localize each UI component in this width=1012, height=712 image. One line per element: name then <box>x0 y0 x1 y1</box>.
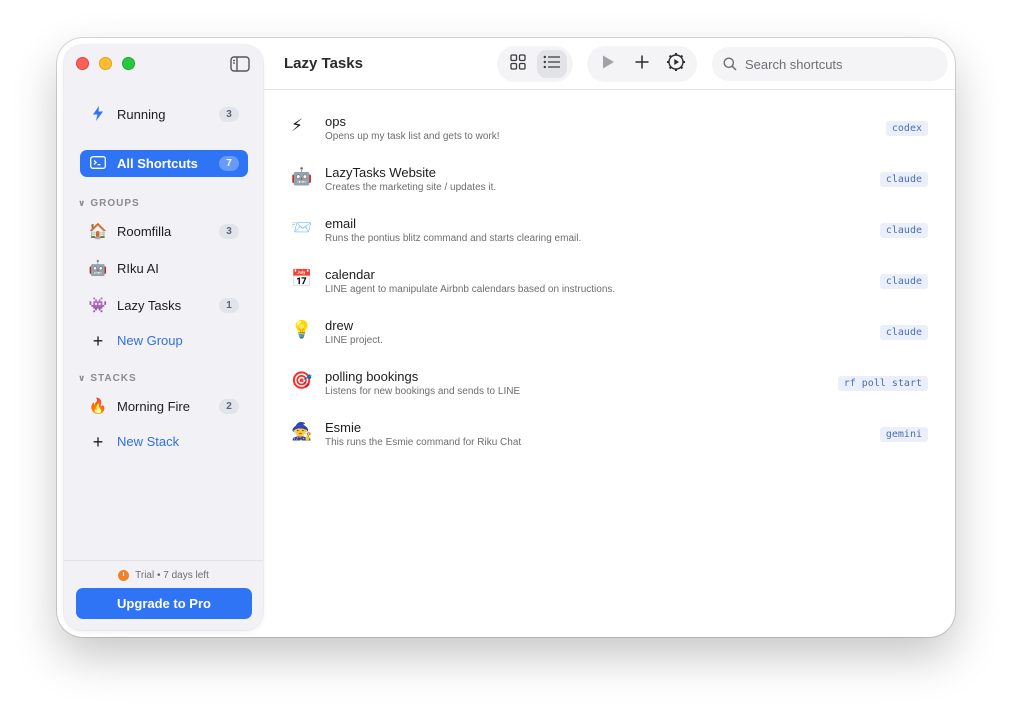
count-badge: 7 <box>219 156 239 171</box>
play-icon <box>601 54 615 75</box>
sidebar-item-group[interactable]: 🤖 RIku AI <box>80 255 248 282</box>
shortcut-row[interactable]: 🧙 Esmie This runs the Esmie command for R… <box>285 409 931 460</box>
stacks-section-header[interactable]: ∨ STACKS <box>78 373 137 384</box>
sidebar-item-label: Lazy Tasks <box>117 298 182 313</box>
terminal-icon <box>88 155 108 172</box>
shortcut-row[interactable]: 🎯 polling bookings Listens for new bookin… <box>285 358 931 409</box>
settings-button[interactable] <box>661 50 691 78</box>
plus-icon <box>634 54 650 75</box>
maximize-window-button[interactable] <box>122 57 135 70</box>
new-stack-label: New Stack <box>117 434 180 449</box>
shortcut-description: Opens up my task list and gets to work! <box>325 131 500 142</box>
shortcut-icon: 📨 <box>291 218 313 237</box>
count-badge: 1 <box>219 298 239 313</box>
section-label: STACKS <box>90 373 137 384</box>
shortcut-icon: 📅 <box>291 269 313 288</box>
sidebar-item-label: Morning Fire <box>117 399 190 414</box>
list-view-button[interactable] <box>537 50 567 78</box>
run-button[interactable] <box>593 50 623 78</box>
group-emoji-icon: 🏠 <box>88 223 108 240</box>
upgrade-button[interactable]: Upgrade to Pro <box>76 588 252 619</box>
shortcut-name: Esmie <box>325 420 362 435</box>
shortcut-icon: 🧙 <box>291 422 313 441</box>
search-input[interactable] <box>745 56 935 72</box>
chevron-down-icon: ∨ <box>78 198 87 208</box>
shortcut-name: ops <box>325 114 346 129</box>
sidebar-footer: Trial • 7 days left Upgrade to Pro <box>64 560 263 630</box>
sidebar-item-label: Roomfilla <box>117 224 172 239</box>
shortcut-description: Runs the pontius blitz command and start… <box>325 233 582 244</box>
groups-section-header[interactable]: ∨ GROUPS <box>78 198 140 209</box>
list-icon <box>543 55 561 74</box>
gear-play-icon <box>666 52 686 77</box>
sidebar-item-group[interactable]: 🏠 Roomfilla 3 <box>80 218 248 245</box>
command-tag: rf poll start <box>837 376 928 391</box>
shortcut-description: LINE agent to manipulate Airbnb calendar… <box>325 284 616 295</box>
command-tag: claude <box>879 223 928 238</box>
minimize-window-button[interactable] <box>99 57 112 70</box>
shortcut-icon: 🎯 <box>291 371 313 390</box>
stack-emoji-icon: 🔥 <box>88 398 108 415</box>
chevron-down-icon: ∨ <box>78 373 87 383</box>
close-window-button[interactable] <box>76 57 89 70</box>
shortcut-list: ⚡ ops Opens up my task list and gets to w… <box>285 103 931 460</box>
shortcut-description: This runs the Esmie command for Riku Cha… <box>325 437 522 448</box>
clock-icon <box>118 570 130 581</box>
count-badge: 2 <box>219 399 239 414</box>
group-emoji-icon: 👾 <box>88 297 108 314</box>
grid-icon <box>510 53 526 75</box>
search-icon <box>723 57 737 71</box>
new-stack-button[interactable]: + New Stack <box>80 428 248 455</box>
new-group-button[interactable]: + New Group <box>80 327 248 354</box>
command-tag: claude <box>879 325 928 340</box>
search-bar <box>712 47 948 81</box>
trial-status: Trial • 7 days left <box>64 570 263 581</box>
app-window: Running 3 All Shortcuts 7 ∨ GROUPS 🏠 Roo… <box>57 38 955 637</box>
command-tag: claude <box>879 172 928 187</box>
shortcut-row[interactable]: 📅 calendar LINE agent to manipulate Airbn… <box>285 256 931 307</box>
group-emoji-icon: 🤖 <box>88 260 108 277</box>
add-shortcut-button[interactable] <box>627 50 657 78</box>
shortcut-row[interactable]: 🤖 LazyTasks Website Creates the marketing… <box>285 154 931 205</box>
shortcut-icon: 🤖 <box>291 167 313 186</box>
shortcut-row[interactable]: 💡 drew LINE project. claude <box>285 307 931 358</box>
count-badge: 3 <box>219 224 239 239</box>
plus-icon: + <box>92 431 104 452</box>
sidebar: Running 3 All Shortcuts 7 ∨ GROUPS 🏠 Roo… <box>64 45 263 630</box>
section-label: GROUPS <box>90 198 140 209</box>
command-tag: claude <box>879 274 928 289</box>
sidebar-item-label: Running <box>117 107 166 122</box>
new-group-label: New Group <box>117 333 183 348</box>
shortcut-icon: 💡 <box>291 320 313 339</box>
page-title: Lazy Tasks <box>284 55 363 72</box>
action-buttons <box>587 46 697 82</box>
sidebar-item-label: RIku AI <box>117 261 159 276</box>
plus-icon: + <box>92 330 104 351</box>
trial-label: Trial • 7 days left <box>135 570 209 581</box>
shortcut-name: drew <box>325 318 354 333</box>
sidebar-item-group[interactable]: 👾 Lazy Tasks 1 <box>80 292 248 319</box>
shortcut-name: calendar <box>325 267 375 282</box>
shortcut-description: LINE project. <box>325 335 383 346</box>
shortcut-description: Creates the marketing site / updates it. <box>325 182 497 193</box>
shortcut-name: email <box>325 216 357 231</box>
grid-view-button[interactable] <box>503 50 533 78</box>
count-badge: 3 <box>219 107 239 122</box>
toolbar-divider <box>263 89 955 90</box>
shortcut-name: LazyTasks Website <box>325 165 437 180</box>
sidebar-item-label: All Shortcuts <box>117 156 198 171</box>
shortcut-icon: ⚡ <box>291 116 303 135</box>
sidebar-item-stack[interactable]: 🔥 Morning Fire 2 <box>80 393 248 420</box>
bolt-icon <box>88 105 108 124</box>
view-mode-switcher <box>497 46 573 82</box>
sidebar-toggle-icon[interactable] <box>230 56 250 72</box>
sidebar-item-running[interactable]: Running 3 <box>80 101 248 128</box>
command-tag: gemini <box>879 427 928 442</box>
command-tag: codex <box>885 121 928 136</box>
shortcut-row[interactable]: 📨 email Runs the pontius blitz command an… <box>285 205 931 256</box>
shortcut-row[interactable]: ⚡ ops Opens up my task list and gets to w… <box>285 103 931 154</box>
sidebar-item-all-shortcuts[interactable]: All Shortcuts 7 <box>80 150 248 177</box>
